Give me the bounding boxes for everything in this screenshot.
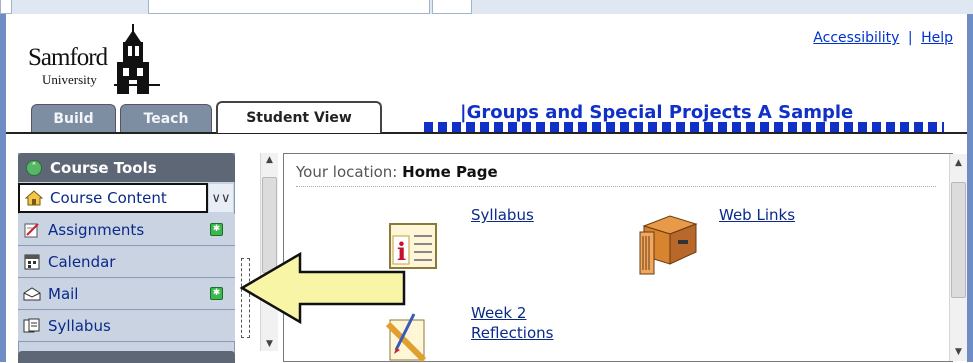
- browser-tab-active[interactable]: [148, 0, 430, 14]
- calendar-icon: [22, 253, 42, 271]
- scroll-up-icon[interactable]: ▲: [950, 158, 967, 168]
- logo-wordmark: Samford: [28, 44, 108, 71]
- breadcrumb-current: Home Page: [402, 163, 498, 181]
- collapse-icon[interactable]: ˄: [26, 159, 42, 176]
- tool-label: Calendar: [48, 252, 116, 271]
- tool-label: Syllabus: [48, 316, 111, 335]
- link-web-links[interactable]: Web Links: [719, 206, 795, 224]
- tab-student-view[interactable]: Student View: [216, 101, 382, 133]
- next-panel-header[interactable]: [18, 351, 235, 363]
- breadcrumb-divider: [296, 186, 936, 187]
- chevron-down-icon[interactable]: ∨∨: [209, 184, 233, 212]
- tab-teach[interactable]: Teach: [120, 104, 212, 132]
- tool-label: Assignments: [48, 220, 145, 239]
- tool-label: Course Content: [50, 189, 167, 207]
- scrollbar-thumb[interactable]: [951, 182, 966, 298]
- link-syllabus[interactable]: Syllabus: [471, 206, 534, 224]
- new-item-badge-icon: ✱: [210, 223, 223, 236]
- scroll-up-icon[interactable]: ▲: [261, 155, 278, 165]
- content-scrollbar[interactable]: ▲ ▼: [949, 154, 967, 361]
- browser-tab[interactable]: [0, 0, 12, 14]
- assignment-icon: [22, 221, 42, 239]
- course-tools-title: Course Tools: [50, 158, 157, 177]
- filing-cabinet-icon[interactable]: [636, 212, 700, 276]
- scroll-down-icon[interactable]: ▼: [261, 339, 278, 349]
- breadcrumb: Your location: Home Page: [296, 163, 498, 181]
- new-item-badge-icon: ✱: [210, 287, 223, 300]
- link-separator: |: [907, 30, 913, 46]
- tab-build[interactable]: Build: [31, 104, 116, 132]
- logo-tower-icon: [114, 24, 160, 94]
- help-link[interactable]: Help: [921, 30, 953, 46]
- tool-assignments[interactable]: Assignments ✱: [18, 214, 235, 246]
- tool-mail[interactable]: Mail ✱: [18, 278, 235, 310]
- logo-subtitle: University: [42, 72, 97, 87]
- home-icon: [24, 189, 44, 207]
- browser-tab[interactable]: [432, 0, 472, 14]
- tool-label: Mail: [48, 284, 79, 303]
- course-title: |Groups and Special Projects A Sample: [460, 102, 854, 123]
- tool-calendar[interactable]: Calendar: [18, 246, 235, 278]
- tab-bar-rule: [6, 132, 967, 147]
- course-tools-header[interactable]: ˄ Course Tools: [18, 153, 235, 182]
- header-links: Accessibility | Help: [813, 30, 953, 46]
- link-week-2-line2[interactable]: Reflections: [471, 324, 553, 342]
- scroll-down-icon[interactable]: ▼: [950, 347, 967, 357]
- breadcrumb-prefix: Your location:: [296, 163, 398, 181]
- tool-course-content[interactable]: Course Content: [18, 183, 208, 213]
- syllabus-icon: [22, 317, 42, 335]
- browser-tab-strip: [0, 0, 973, 15]
- tool-syllabus[interactable]: Syllabus: [18, 310, 235, 342]
- link-week-2[interactable]: Week 2: [471, 304, 526, 322]
- callout-arrow-icon: [239, 251, 406, 325]
- mail-icon: [22, 285, 42, 303]
- accessibility-link[interactable]: Accessibility: [813, 30, 899, 46]
